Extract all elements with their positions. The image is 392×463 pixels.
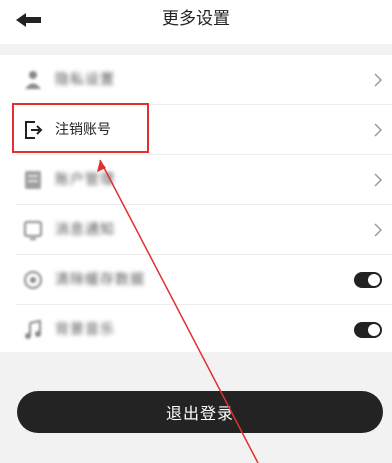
- music-icon: [25, 319, 41, 339]
- settings-item-label: 消息通知: [55, 222, 115, 238]
- chevron-right-icon: [374, 73, 382, 87]
- chevron-right-icon: [374, 223, 382, 237]
- settings-item-label: 账户管理: [55, 172, 115, 188]
- toggle-knob: [368, 274, 380, 286]
- settings-item-account[interactable]: 账户管理: [0, 155, 392, 205]
- file-icon: [25, 171, 41, 189]
- badge-icon: [24, 221, 42, 240]
- clear-cache-toggle[interactable]: [354, 272, 382, 288]
- settings-item-label: 背景音乐: [55, 322, 115, 338]
- gear-icon: [24, 271, 42, 289]
- toggle-knob: [368, 324, 380, 336]
- background-music-toggle[interactable]: [354, 322, 382, 338]
- header-bar: 更多设置: [0, 0, 392, 44]
- settings-item-label: 隐私设置: [55, 72, 115, 88]
- settings-item-privacy[interactable]: 隐私设置: [0, 55, 392, 105]
- annotation-highlight-box: [12, 103, 149, 153]
- settings-item-label: 清除缓存数据: [55, 272, 145, 288]
- logout-button[interactable]: 退出登录: [17, 391, 383, 433]
- person-icon: [25, 71, 41, 89]
- chevron-right-icon: [374, 123, 382, 137]
- settings-list: 隐私设置 注销账号 账户管理 消息通知 清除缓存数据 背景音乐: [0, 55, 392, 352]
- settings-item-notification[interactable]: 消息通知: [0, 205, 392, 255]
- settings-item-clear-cache[interactable]: 清除缓存数据: [0, 255, 392, 305]
- page-title: 更多设置: [162, 9, 230, 29]
- settings-item-music[interactable]: 背景音乐: [0, 305, 392, 355]
- chevron-right-icon: [374, 173, 382, 187]
